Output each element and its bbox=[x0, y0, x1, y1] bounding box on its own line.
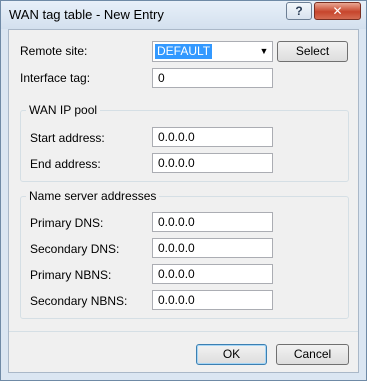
end-address-label: End address: bbox=[30, 157, 101, 171]
start-address-label: Start address: bbox=[30, 131, 105, 145]
select-button-label: Select bbox=[295, 44, 330, 58]
remote-site-value: DEFAULT bbox=[155, 44, 213, 59]
secondary-nbns-input[interactable]: 0.0.0.0 bbox=[152, 290, 273, 310]
dialog-body: Remote site: DEFAULT ▼ Select Interface … bbox=[8, 29, 359, 373]
primary-dns-input[interactable]: 0.0.0.0 bbox=[152, 212, 273, 232]
select-button[interactable]: Select bbox=[277, 41, 348, 62]
ok-button-label: OK bbox=[222, 347, 241, 361]
interface-tag-input[interactable]: 0 bbox=[152, 68, 273, 88]
chevron-down-icon[interactable]: ▼ bbox=[256, 42, 272, 61]
dialog-window: WAN tag table - New Entry ? ✕ Remote sit… bbox=[0, 0, 367, 381]
name-server-title: Name server addresses bbox=[26, 189, 160, 203]
secondary-nbns-label: Secondary NBNS: bbox=[30, 294, 128, 308]
interface-tag-label: Interface tag: bbox=[20, 71, 91, 85]
primary-nbns-label: Primary NBNS: bbox=[30, 268, 112, 282]
cancel-button[interactable]: Cancel bbox=[276, 344, 349, 365]
button-separator bbox=[9, 331, 358, 332]
title-bar[interactable]: WAN tag table - New Entry ? ✕ bbox=[1, 1, 366, 29]
window-title: WAN tag table - New Entry bbox=[9, 7, 164, 22]
close-button[interactable]: ✕ bbox=[314, 2, 361, 20]
help-button[interactable]: ? bbox=[286, 2, 312, 20]
remote-site-label: Remote site: bbox=[20, 44, 88, 58]
wan-ip-pool-title: WAN IP pool bbox=[26, 103, 101, 117]
secondary-dns-label: Secondary DNS: bbox=[30, 242, 120, 256]
secondary-dns-input[interactable]: 0.0.0.0 bbox=[152, 238, 273, 258]
end-address-input[interactable]: 0.0.0.0 bbox=[152, 153, 273, 173]
primary-nbns-input[interactable]: 0.0.0.0 bbox=[152, 264, 273, 284]
cancel-button-label: Cancel bbox=[293, 347, 332, 361]
remote-site-combobox[interactable]: DEFAULT ▼ bbox=[152, 41, 273, 62]
help-icon: ? bbox=[295, 4, 303, 18]
ok-button[interactable]: OK bbox=[196, 344, 267, 365]
primary-dns-label: Primary DNS: bbox=[30, 216, 104, 230]
start-address-input[interactable]: 0.0.0.0 bbox=[152, 127, 273, 147]
close-icon: ✕ bbox=[332, 4, 343, 18]
